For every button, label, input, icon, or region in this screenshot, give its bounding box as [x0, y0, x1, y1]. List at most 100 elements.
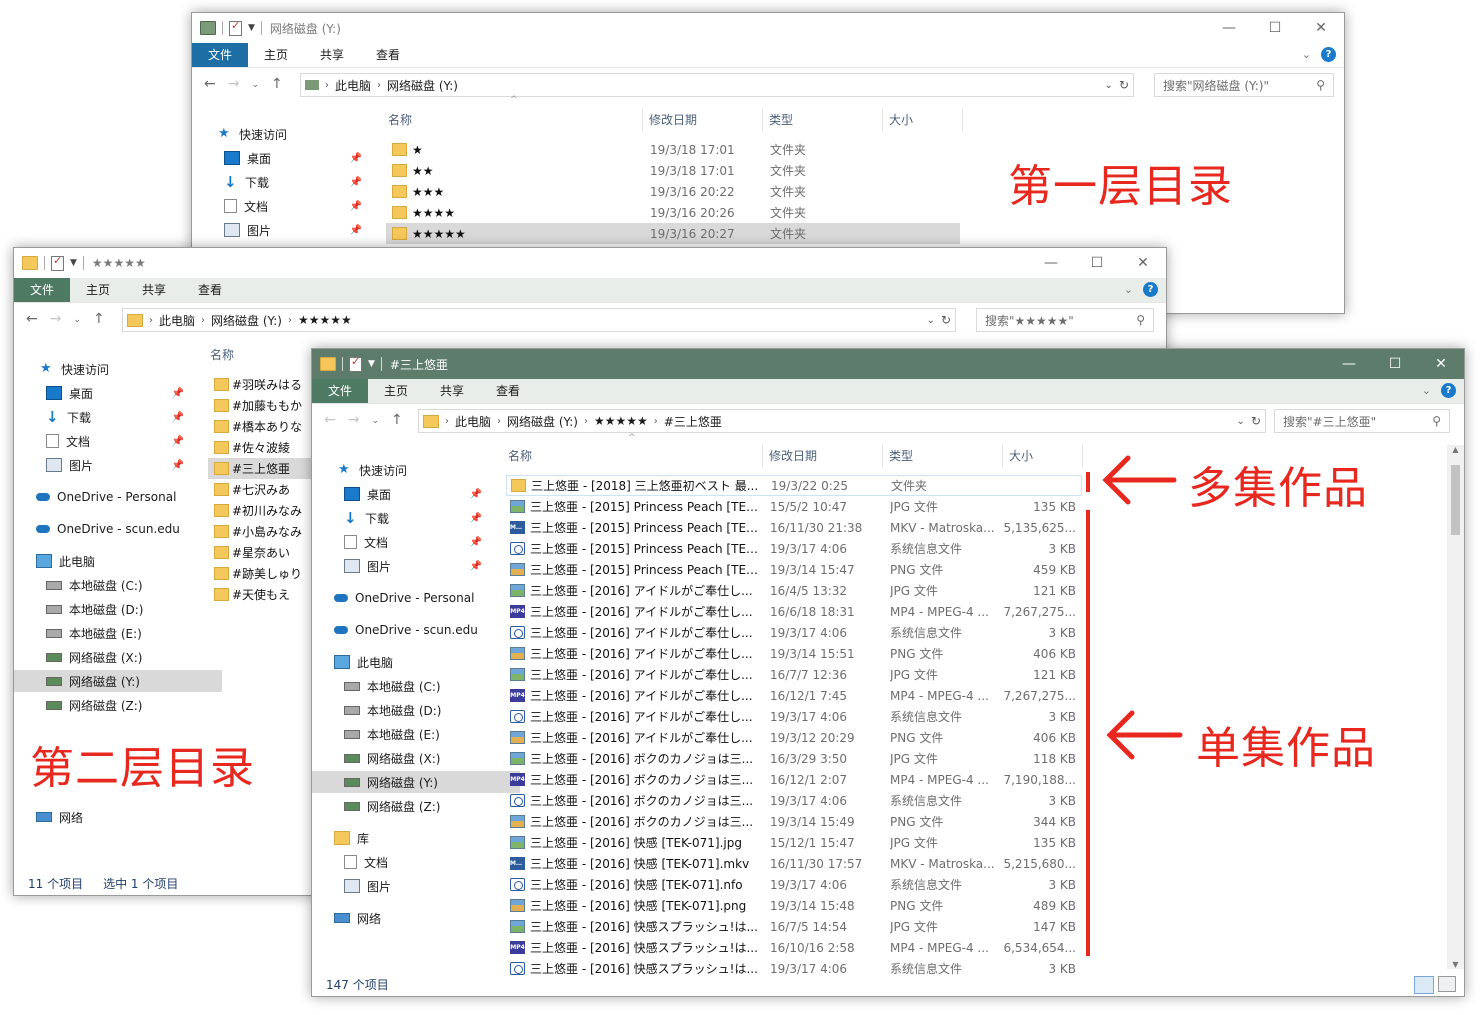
sidebar-item[interactable]: 本地磁盘 (C:): [344, 675, 488, 697]
close-icon[interactable]: ✕: [1298, 13, 1344, 43]
close-icon[interactable]: ✕: [1120, 248, 1166, 278]
sidebar-item[interactable]: 网络: [334, 907, 488, 929]
pin-icon[interactable]: 📌: [470, 537, 482, 548]
list-item[interactable]: #羽咲みはる: [208, 374, 318, 395]
sidebar-item-desktop[interactable]: 桌面 📌: [224, 147, 368, 169]
table-row[interactable]: MP4 三上悠亜 - [2016] アイドルがご奉仕し... 16/6/18 18:…: [506, 601, 1082, 622]
table-row[interactable]: 三上悠亜 - [2016] アイドルがご奉仕し... 19/3/14 15:51 P…: [506, 643, 1082, 664]
expand-ribbon-icon[interactable]: ⌄: [1302, 48, 1311, 61]
column-type[interactable]: 类型: [769, 111, 793, 128]
pin-icon[interactable]: 📌: [470, 489, 482, 500]
list-item[interactable]: #跡美しゅり: [208, 563, 318, 584]
recent-dropdown-icon[interactable]: ⌄: [371, 412, 379, 430]
column-size[interactable]: 大小: [889, 111, 913, 128]
sidebar-item[interactable]: 此电脑: [334, 651, 488, 673]
scroll-down-icon[interactable]: ▼: [1447, 960, 1464, 969]
table-row[interactable]: 三上悠亜 - [2016] 快感 [TEK-071].png 19/3/14 15…: [506, 895, 1082, 916]
pin-icon[interactable]: 📌: [172, 412, 184, 423]
up-icon[interactable]: ↑: [391, 412, 403, 430]
sidebar-item-downloads[interactable]: ↓ 下载 📌: [224, 171, 368, 193]
sidebar-item[interactable]: 文档: [344, 851, 488, 873]
column-size[interactable]: 大小: [1009, 447, 1033, 464]
breadcrumb-drive[interactable]: 网络磁盘 (Y:): [211, 312, 282, 329]
list-item[interactable]: #天使もえ: [208, 584, 318, 605]
table-row[interactable]: 三上悠亜 - [2018] 三上悠亜初ベスト 最... 19/3/22 0:25 文…: [506, 475, 1082, 496]
breadcrumb-drive[interactable]: 网络磁盘 (Y:): [507, 413, 578, 430]
pin-icon[interactable]: 📌: [470, 513, 482, 524]
sidebar-item[interactable]: 本地磁盘 (E:): [46, 622, 190, 644]
scroll-up-icon[interactable]: ▲: [1447, 445, 1464, 454]
sidebar-item[interactable]: ↓ 下载 📌: [46, 406, 190, 428]
tab-home[interactable]: 主页: [248, 43, 304, 67]
list-item[interactable]: #初川みなみ: [208, 500, 318, 521]
tab-view[interactable]: 查看: [360, 43, 416, 67]
sidebar-item[interactable]: ★ 快速访问: [40, 358, 190, 380]
breadcrumb-this-pc[interactable]: 此电脑: [335, 77, 371, 94]
sidebar-item[interactable]: 网络磁盘 (X:): [46, 646, 190, 668]
table-row[interactable]: 三上悠亜 - [2016] アイドルがご奉仕し... 19/3/17 4:06 系统…: [506, 706, 1082, 727]
search-input[interactable]: 搜索"网络磁盘 (Y:)" ⚲: [1154, 73, 1334, 97]
address-bar[interactable]: › 此电脑 › 网络磁盘 (Y:) ⌄ ↻: [300, 73, 1134, 97]
sidebar-item[interactable]: 网络: [36, 806, 190, 828]
table-row[interactable]: 三上悠亜 - [2015] Princess Peach [TEK... 19/3…: [506, 538, 1082, 559]
sidebar-item-quick-access[interactable]: ★ 快速访问: [218, 123, 287, 145]
tab-view[interactable]: 查看: [480, 379, 536, 403]
address-bar[interactable]: › 此电脑 › 网络磁盘 (Y:) › ★★★★★ › #三上悠亜 ⌄ ↻: [418, 409, 1266, 433]
up-icon[interactable]: ↑: [271, 76, 283, 94]
sidebar-item[interactable]: ↓ 下载 📌: [344, 507, 488, 529]
column-date[interactable]: 修改日期: [649, 111, 697, 128]
list-item[interactable]: #三上悠亜: [208, 458, 318, 479]
table-row[interactable]: 三上悠亜 - [2016] アイドルがご奉仕し... 16/7/7 12:36 JP…: [506, 664, 1082, 685]
pin-icon[interactable]: 📌: [350, 177, 362, 188]
sidebar-item[interactable]: 图片 📌: [344, 555, 488, 577]
sidebar-item[interactable]: 网络磁盘 (X:): [344, 747, 488, 769]
forward-icon[interactable]: →: [348, 412, 360, 430]
list-item[interactable]: ★ 19/3/18 17:01 文件夹: [386, 139, 960, 160]
tab-home[interactable]: 主页: [368, 379, 424, 403]
search-icon[interactable]: ⚲: [1316, 78, 1333, 92]
column-name[interactable]: 名称: [388, 111, 412, 128]
sidebar-item-pictures[interactable]: 图片 📌: [224, 219, 368, 241]
table-row[interactable]: 三上悠亜 - [2016] 快感スプラッシュ!は... 16/7/5 14:54 J…: [506, 916, 1082, 937]
table-row[interactable]: 三上悠亜 - [2015] Princess Peach [TEK... 19/3…: [506, 559, 1082, 580]
pin-icon[interactable]: 📌: [172, 436, 184, 447]
sidebar-item[interactable]: ★ 快速访问: [338, 459, 488, 481]
sidebar-item[interactable]: 网络磁盘 (Z:): [46, 694, 190, 716]
refresh-icon[interactable]: ↻: [941, 313, 951, 327]
breadcrumb-this-pc[interactable]: 此电脑: [455, 413, 491, 430]
column-date[interactable]: 修改日期: [769, 447, 817, 464]
list-item[interactable]: ★★★ 19/3/16 20:22 文件夹: [386, 181, 960, 202]
list-item[interactable]: ★★ 19/3/18 17:01 文件夹: [386, 160, 960, 181]
sidebar-item[interactable]: 桌面 📌: [46, 382, 190, 404]
maximize-icon[interactable]: ☐: [1372, 349, 1418, 379]
up-icon[interactable]: ↑: [93, 311, 105, 329]
address-dropdown-icon[interactable]: ⌄: [1105, 80, 1113, 91]
list-item[interactable]: #七沢みあ: [208, 479, 318, 500]
list-item[interactable]: #加藤ももか: [208, 395, 318, 416]
sidebar-item[interactable]: 本地磁盘 (C:): [46, 574, 190, 596]
table-row[interactable]: MP4 三上悠亜 - [2016] アイドルがご奉仕し... 16/12/1 7:4…: [506, 685, 1082, 706]
table-row[interactable]: 三上悠亜 - [2015] Princess Peach [TEK... 15/5…: [506, 496, 1082, 517]
tab-file[interactable]: 文件: [192, 43, 249, 67]
list-item[interactable]: #佐々波綾: [208, 437, 318, 458]
search-icon[interactable]: ⚲: [1136, 313, 1153, 327]
table-row[interactable]: 三上悠亜 - [2016] 快感 [TEK-071].nfo 19/3/17 4:…: [506, 874, 1082, 895]
pin-icon[interactable]: 📌: [470, 561, 482, 572]
properties-icon[interactable]: [51, 254, 64, 271]
sidebar-item[interactable]: 网络磁盘 (Y:): [14, 670, 222, 692]
sidebar-item[interactable]: 文档 📌: [344, 531, 488, 553]
pin-icon[interactable]: 📌: [172, 388, 184, 399]
table-row[interactable]: 三上悠亜 - [2016] 快感スプラッシュ!は... 19/3/17 4:06 系…: [506, 958, 1082, 979]
help-icon[interactable]: ?: [1143, 282, 1158, 297]
refresh-icon[interactable]: ↻: [1119, 78, 1129, 92]
breadcrumb-stars[interactable]: ★★★★★: [594, 414, 648, 428]
list-item[interactable]: ★★★★★ 19/3/16 20:27 文件夹: [386, 223, 960, 244]
list-item[interactable]: #橋本ありな: [208, 416, 318, 437]
close-icon[interactable]: ✕: [1418, 349, 1464, 379]
minimize-icon[interactable]: —: [1326, 349, 1372, 379]
list-item[interactable]: #星奈あい: [208, 542, 318, 563]
vertical-scrollbar[interactable]: ▲ ▼: [1447, 445, 1464, 969]
table-row[interactable]: MKV 三上悠亜 - [2016] 快感 [TEK-071].mkv 16/11/3…: [506, 853, 1082, 874]
column-name[interactable]: 名称: [210, 346, 234, 363]
breadcrumb-drive[interactable]: 网络磁盘 (Y:): [387, 77, 458, 94]
